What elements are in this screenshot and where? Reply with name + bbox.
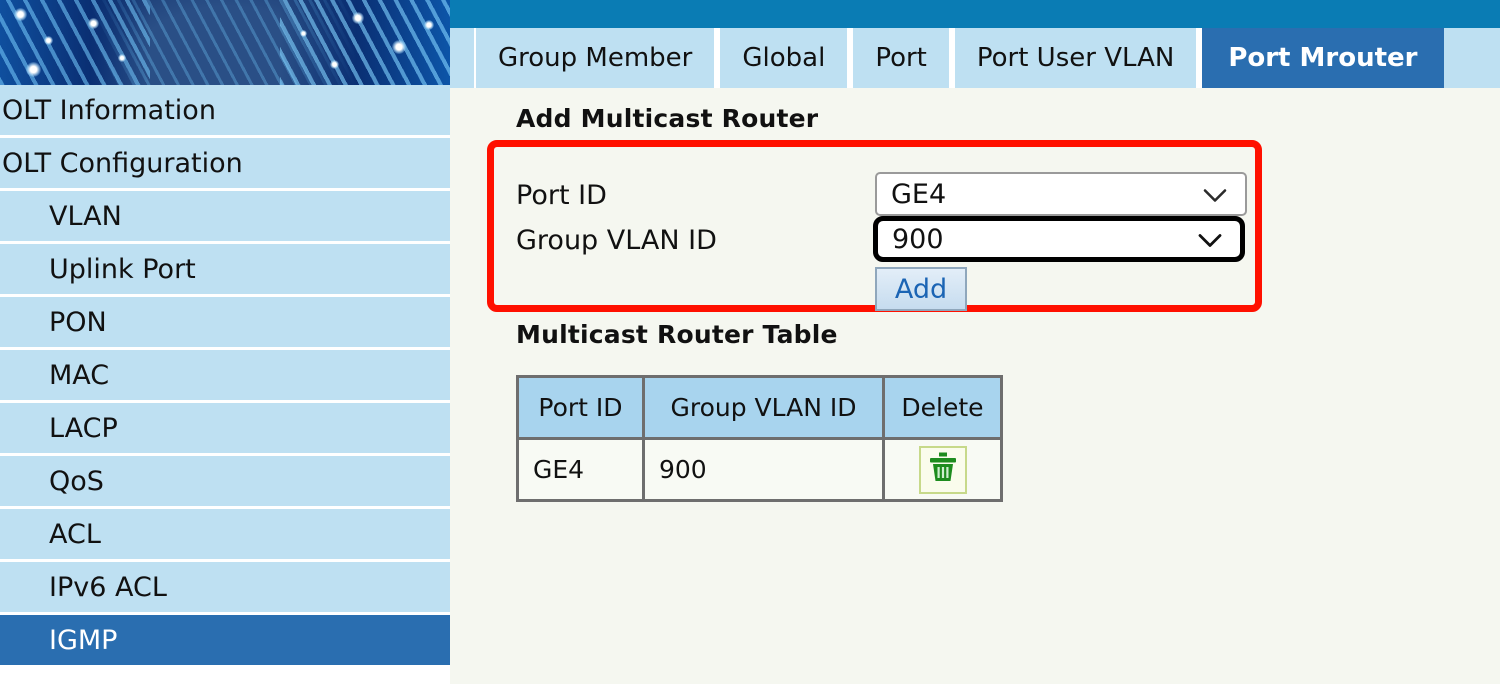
tab-port-user-vlan[interactable]: Port User VLAN [952, 28, 1201, 88]
port-id-label: Port ID [516, 180, 607, 211]
sidebar-item-label: IGMP [49, 624, 118, 656]
page-body: Add Multicast Router Port ID GE4 Group V… [450, 92, 1500, 502]
sidebar-item-olt-information[interactable]: OLT Information [0, 85, 450, 138]
light-streaks-right [280, 0, 450, 85]
trash-icon [928, 451, 958, 489]
sidebar-nav: OLT Information OLT Configuration VLAN Upli… [0, 85, 450, 668]
tab-label: Group Member [498, 43, 693, 73]
sidebar-item-label: QoS [49, 465, 104, 497]
tab-port[interactable]: Port [851, 28, 953, 88]
sidebar-item-pon[interactable]: PON [0, 297, 450, 350]
sidebar-item-label: IPv6 ACL [49, 571, 167, 603]
port-id-value: GE4 [891, 178, 947, 210]
sidebar-item-igmp[interactable]: IGMP [0, 615, 450, 668]
sidebar-item-qos[interactable]: QoS [0, 456, 450, 509]
top-accent-bar [450, 0, 1500, 28]
tab-global[interactable]: Global [718, 28, 852, 88]
cell-delete [882, 437, 1003, 502]
sidebar-item-label: ACL [49, 518, 101, 550]
multicast-router-table-title: Multicast Router Table [516, 320, 838, 349]
globe-banner-image [0, 0, 450, 85]
sidebar-item-label: VLAN [49, 200, 122, 232]
table-body: GE4 900 [516, 437, 1003, 502]
sidebar-item-lacp[interactable]: LACP [0, 403, 450, 456]
group-vlan-id-row: Group VLAN ID [516, 225, 717, 256]
sidebar-item-label: OLT Information [2, 94, 216, 126]
sidebar-item-label: OLT Configuration [2, 147, 243, 179]
table-header-cell: Port ID [516, 375, 645, 440]
group-vlan-id-value: 900 [892, 223, 944, 255]
sidebar-item-uplink-port[interactable]: Uplink Port [0, 244, 450, 297]
content-area: Group Member Global Port Port User VLAN Port… [450, 0, 1500, 684]
application-window: OLT Information OLT Configuration VLAN Upli… [0, 0, 1500, 684]
table-header-row: Port ID Group VLAN ID Delete [516, 375, 1003, 440]
port-id-select[interactable]: GE4 [875, 172, 1247, 216]
table-header-cell: Group VLAN ID [642, 375, 885, 440]
sidebar-item-mac[interactable]: MAC [0, 350, 450, 403]
table-row: GE4 900 [516, 437, 1003, 502]
sidebar-item-ipv6-acl[interactable]: IPv6 ACL [0, 562, 450, 615]
add-multicast-router-title: Add Multicast Router [516, 104, 819, 133]
sidebar-item-olt-configuration[interactable]: OLT Configuration [0, 138, 450, 191]
tab-label: Port [875, 43, 927, 73]
cell-port-id: GE4 [516, 437, 645, 502]
sidebar-item-vlan[interactable]: VLAN [0, 191, 450, 244]
sidebar-item-label: LACP [49, 412, 118, 444]
group-vlan-id-select[interactable]: 900 [873, 216, 1245, 262]
multicast-router-table: Port ID Group VLAN ID Delete GE4 900 [516, 375, 1003, 502]
tab-port-mrouter[interactable]: Port Mrouter [1200, 28, 1444, 88]
delete-row-button[interactable] [918, 445, 967, 494]
tab-label: Port Mrouter [1228, 43, 1418, 73]
sidebar-item-label: MAC [49, 359, 110, 391]
tab-label: Global [742, 43, 826, 73]
chevron-down-icon [1198, 224, 1222, 255]
cell-group-vlan-id: 900 [642, 437, 885, 502]
add-button[interactable]: Add [875, 267, 967, 311]
group-vlan-id-label: Group VLAN ID [516, 225, 717, 256]
sidebar: OLT Information OLT Configuration VLAN Upli… [0, 0, 450, 684]
sidebar-item-acl[interactable]: ACL [0, 509, 450, 562]
sidebar-item-label: PON [49, 306, 107, 338]
table-header-cell: Delete [882, 375, 1003, 440]
port-id-row: Port ID [516, 180, 607, 211]
tab-bar: Group Member Global Port Port User VLAN Port… [450, 28, 1500, 92]
tab-group-member[interactable]: Group Member [474, 28, 719, 88]
tab-label: Port User VLAN [976, 43, 1175, 73]
light-streaks-left [0, 0, 150, 85]
sidebar-item-label: Uplink Port [49, 253, 196, 285]
chevron-down-icon [1203, 179, 1227, 210]
